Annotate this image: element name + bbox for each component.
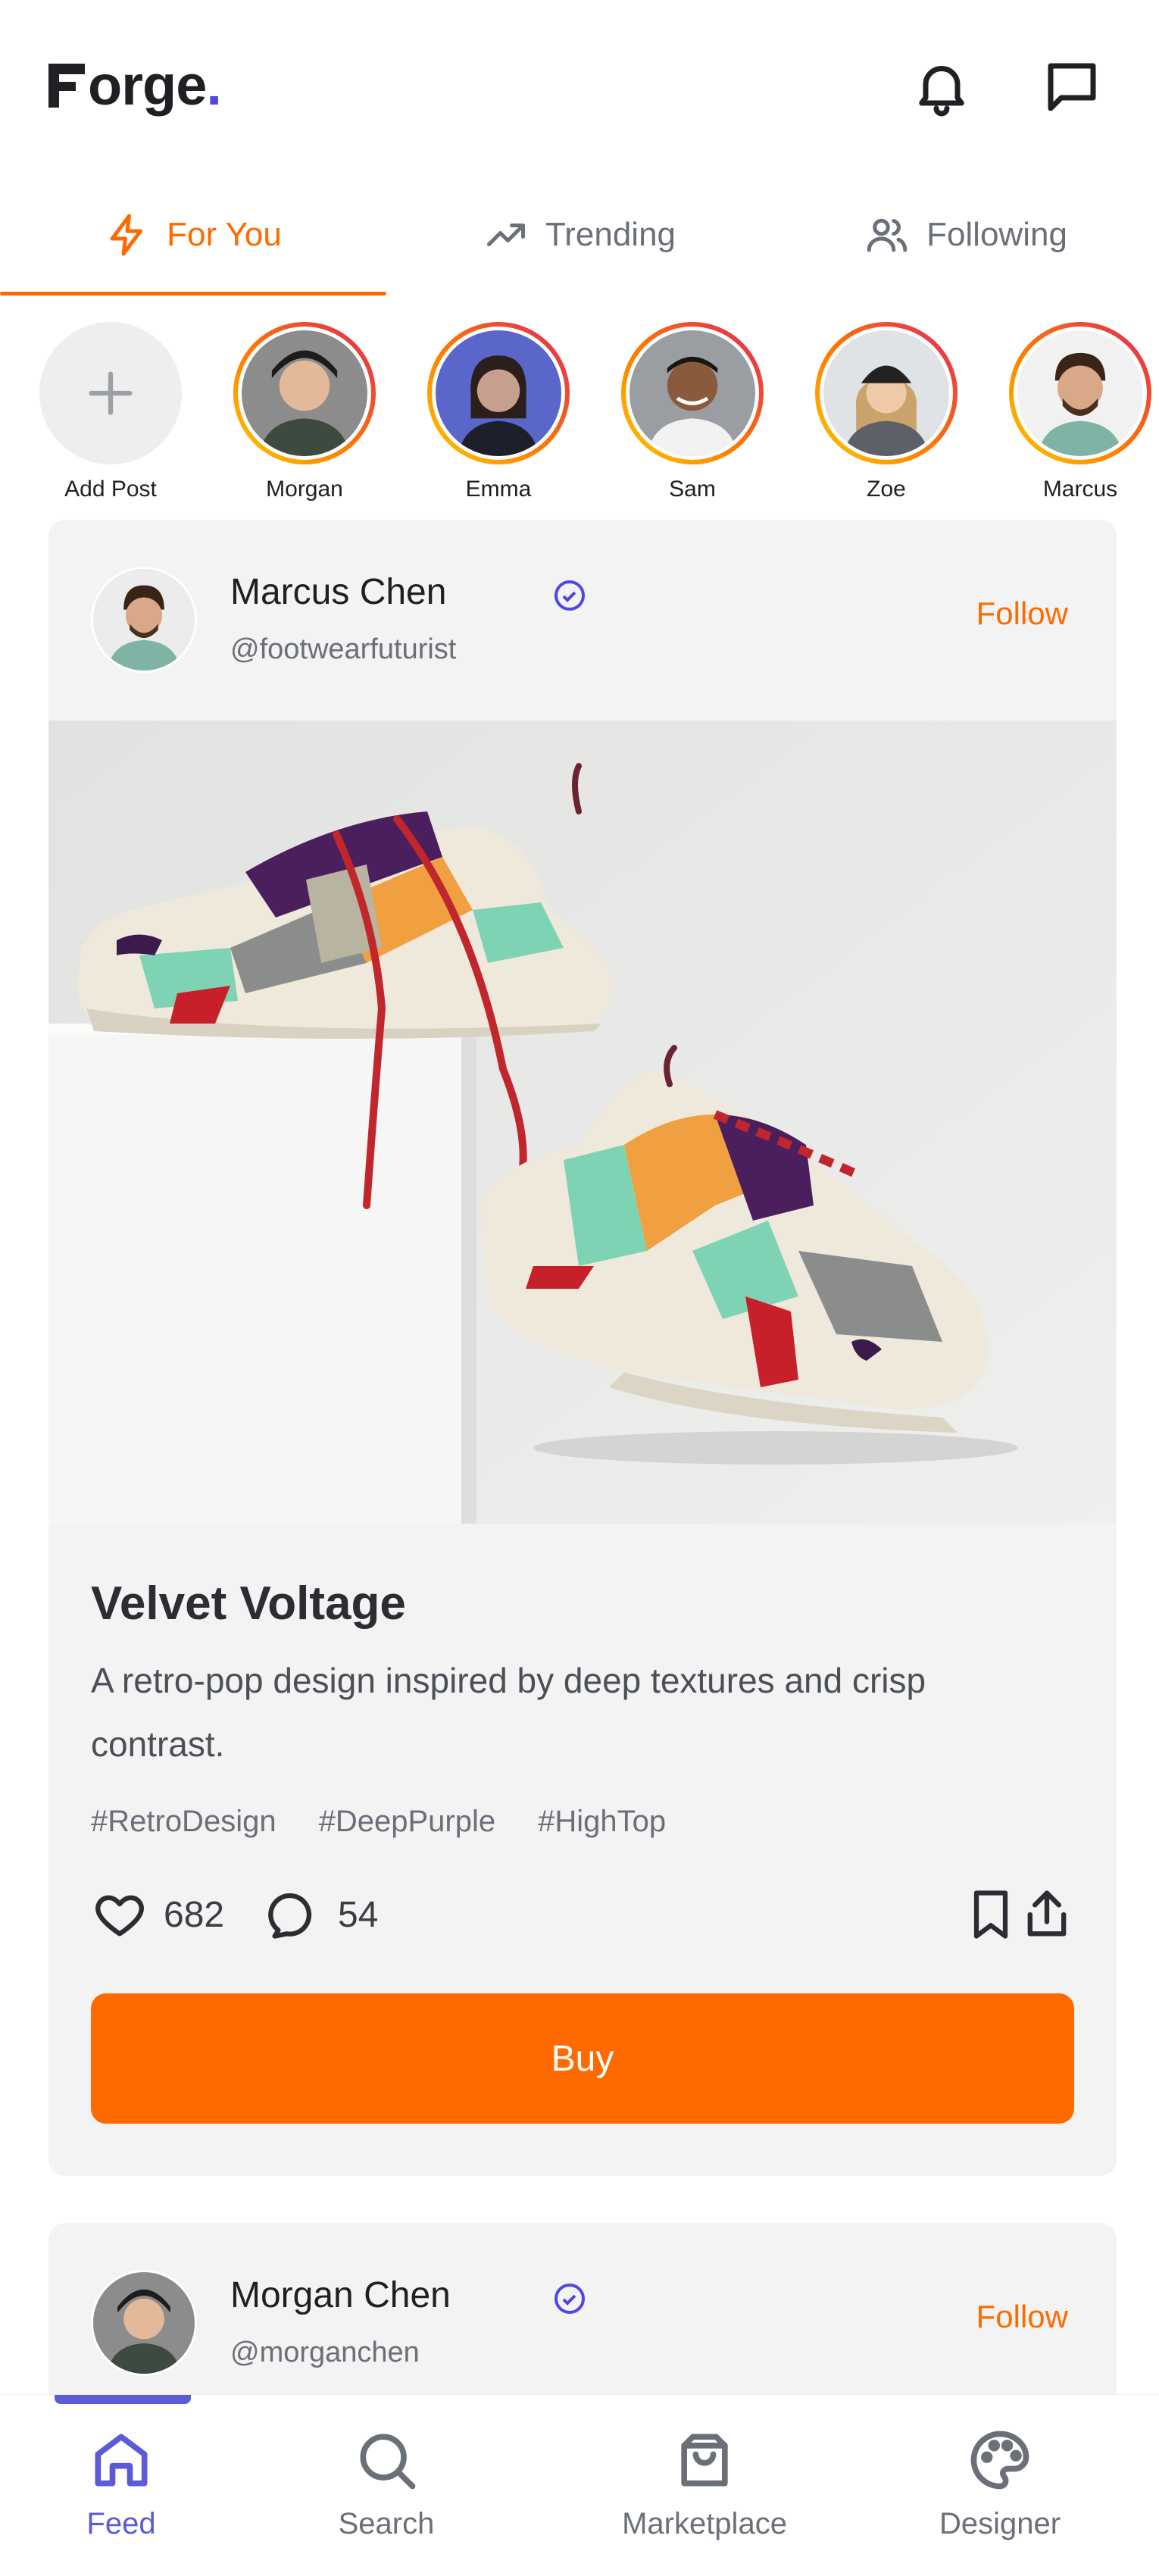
story-item[interactable]: Marcus <box>1004 322 1156 511</box>
share-button[interactable] <box>1018 1877 1076 1952</box>
bookmark-button[interactable] <box>962 1877 1020 1952</box>
comment-count: 54 <box>338 1894 379 1935</box>
nav-designer[interactable]: Designer <box>886 2425 1114 2562</box>
logo-text: orge. <box>88 54 222 117</box>
nav-label: Marketplace <box>622 2507 787 2540</box>
story-label: Sam <box>669 477 716 502</box>
nav-search[interactable]: Search <box>273 2425 500 2562</box>
buy-button[interactable]: Buy <box>91 1993 1074 2124</box>
story-ring <box>621 322 764 464</box>
bottom-navigation: Feed Search Marketplace Designer <box>0 2394 1159 2576</box>
nav-feed[interactable]: Feed <box>8 2425 235 2562</box>
story-ring <box>815 322 958 464</box>
author-name[interactable]: Morgan Chen <box>230 2274 451 2316</box>
app-header: orge. <box>0 0 1159 167</box>
avatar <box>436 330 561 456</box>
tab-label: Trending <box>545 216 676 253</box>
post-header: Marcus Chen @footwearfuturist Follow <box>48 520 1117 721</box>
follow-button[interactable]: Follow <box>976 2299 1068 2335</box>
forge-logo[interactable]: orge. <box>48 52 222 120</box>
logo-mark-icon <box>48 64 85 108</box>
story-ring <box>427 322 570 464</box>
tab-following[interactable]: Following <box>773 174 1159 295</box>
story-add-post[interactable]: Add Post <box>35 322 186 511</box>
story-item[interactable]: Sam <box>617 322 768 511</box>
feed-tabs: For You Trending Following <box>0 174 1159 295</box>
comment-button[interactable]: 54 <box>265 1877 378 1952</box>
post-tags: #RetroDesign #DeepPurple #HighTop <box>91 1805 1074 1839</box>
hashtag[interactable]: #DeepPurple <box>319 1805 496 1839</box>
story-ring <box>233 322 376 464</box>
author-handle: @morganchen <box>230 2337 420 2368</box>
avatar <box>823 330 949 456</box>
follow-button[interactable]: Follow <box>976 596 1068 632</box>
shopping-bag-icon <box>681 2434 728 2487</box>
nav-label: Feed <box>86 2507 156 2540</box>
active-nav-indicator <box>55 2395 191 2404</box>
author-handle: @footwearfuturist <box>230 633 457 665</box>
story-label: Emma <box>465 477 532 502</box>
heart-icon <box>95 1895 144 1937</box>
stories-row: Add Post Morgan Emma Sam Zoe Marcus <box>0 322 1159 511</box>
home-icon <box>95 2434 148 2487</box>
plus-icon <box>89 371 133 415</box>
story-item[interactable]: Emma <box>423 322 574 511</box>
story-item[interactable]: Zoe <box>811 322 962 511</box>
post-image[interactable] <box>48 721 1117 1524</box>
search-icon <box>360 2434 416 2490</box>
tab-label: Following <box>926 216 1067 253</box>
tab-for-you[interactable]: For You <box>0 174 386 295</box>
bell-icon[interactable] <box>908 53 976 121</box>
post-actions: 682 54 <box>91 1877 1074 1960</box>
comment-icon <box>268 1893 312 1939</box>
hashtag[interactable]: #RetroDesign <box>91 1805 276 1839</box>
users-icon <box>867 218 908 252</box>
tab-trending[interactable]: Trending <box>386 174 773 295</box>
lightning-icon <box>110 214 143 256</box>
avatar <box>629 330 755 456</box>
message-icon[interactable] <box>1038 53 1106 121</box>
story-label: Add Post <box>64 477 157 502</box>
story-label: Morgan <box>266 477 343 502</box>
hashtag[interactable]: #HighTop <box>538 1805 666 1839</box>
post-title: Velvet Voltage <box>91 1577 406 1630</box>
palette-icon <box>970 2431 1029 2490</box>
story-label: Zoe <box>867 477 906 502</box>
nav-label: Designer <box>939 2507 1061 2540</box>
avatar[interactable] <box>91 2270 197 2376</box>
bookmark-icon <box>973 1890 1008 1939</box>
verified-badge-icon <box>551 577 588 614</box>
story-ring <box>1009 322 1151 464</box>
post-description: A retro-pop design inspired by deep text… <box>91 1661 926 1764</box>
story-item[interactable]: Morgan <box>229 322 380 511</box>
verified-badge-icon <box>551 2281 588 2317</box>
author-name[interactable]: Marcus Chen <box>230 571 446 613</box>
nav-marketplace[interactable]: Marketplace <box>591 2425 818 2562</box>
avatar <box>242 330 367 456</box>
like-count: 682 <box>164 1894 225 1935</box>
avatar <box>1017 330 1143 456</box>
like-button[interactable]: 682 <box>91 1877 224 1952</box>
story-label: Marcus <box>1042 477 1118 502</box>
add-post-button[interactable] <box>39 322 182 464</box>
share-icon <box>1027 1890 1067 1937</box>
avatar[interactable] <box>91 567 197 673</box>
post-card: Marcus Chen @footwearfuturist Follow Vel… <box>48 520 1117 2176</box>
nav-label: Search <box>338 2507 435 2540</box>
post-body: Velvet Voltage A retro-pop design inspir… <box>48 1524 1117 2169</box>
trending-up-icon <box>486 224 525 246</box>
tab-label: For You <box>167 216 282 253</box>
